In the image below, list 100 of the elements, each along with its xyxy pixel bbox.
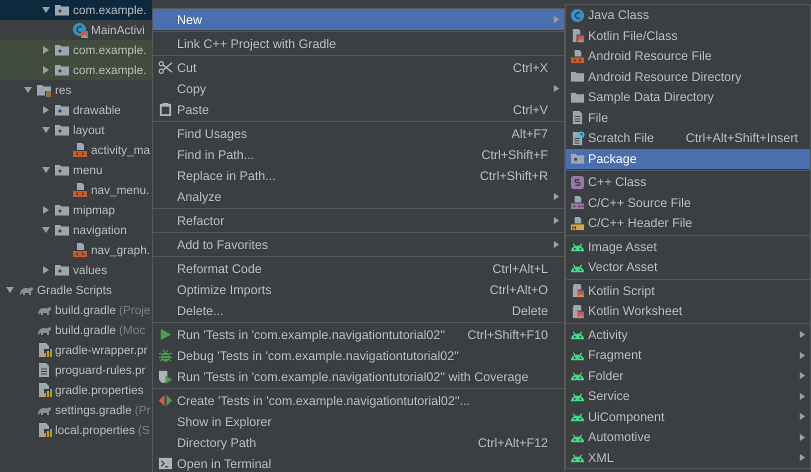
menu-item[interactable]: Show in Explorer	[153, 411, 564, 432]
xml-file-icon	[570, 48, 584, 64]
tree-row[interactable]: proguard-rules.pr	[0, 360, 152, 380]
tree-item-label[interactable]: proguard-rules.pr	[55, 363, 146, 377]
tree-row[interactable]: com.example.	[0, 60, 152, 80]
menu-item[interactable]: C++ Class	[566, 172, 810, 192]
menu-item[interactable]: Add to Favorites	[153, 234, 564, 255]
tree-item-label[interactable]: MainActivi	[91, 23, 145, 37]
tree-row[interactable]: gradle.properties	[0, 380, 152, 400]
menu-item[interactable]: Find Usages Alt+F7	[153, 123, 564, 144]
tree-item-label[interactable]: local.properties	[55, 423, 135, 437]
expand-arrow-icon[interactable]	[41, 205, 51, 215]
menu-item[interactable]: Automotive	[566, 427, 810, 448]
tree-item-label[interactable]: Gradle Scripts	[37, 283, 112, 297]
tree-row[interactable]: drawable	[0, 100, 152, 120]
menu-item[interactable]: XML	[566, 448, 810, 468]
menu-item[interactable]: Analyze	[153, 186, 564, 207]
tree-item-label[interactable]: layout	[73, 123, 104, 137]
menu-item[interactable]: File	[566, 108, 810, 128]
menu-item[interactable]: Delete... Delete	[153, 300, 564, 321]
menu-item[interactable]: Open in Terminal	[153, 453, 564, 472]
menu-item[interactable]: C/C++ Header File	[566, 213, 810, 234]
menu-item[interactable]: Fragment	[566, 345, 810, 366]
tree-item-label[interactable]: menu	[73, 163, 103, 177]
tree-row[interactable]: activity_ma	[0, 140, 152, 160]
menu-item[interactable]: Run 'Tests in 'com.example.navigationtutorial02'' Ctrl+Shift+F10	[153, 324, 564, 345]
tree-item-label[interactable]: navigation	[73, 223, 127, 237]
menu-item[interactable]: Android Resource File	[566, 46, 810, 66]
collapse-arrow-icon[interactable]	[41, 225, 51, 235]
menu-item[interactable]: Reformat Code Ctrl+Alt+L	[153, 258, 564, 279]
tree-item-label[interactable]: com.example.	[73, 43, 146, 57]
tree-row[interactable]: MainActivi	[0, 20, 152, 40]
tree-row[interactable]: com.example.	[0, 40, 152, 60]
tree-item-label[interactable]: nav_menu.	[91, 183, 150, 197]
menu-item[interactable]: Paste Ctrl+V	[153, 99, 564, 120]
tree-item-label[interactable]: res	[55, 83, 72, 97]
expand-arrow-icon[interactable]	[41, 65, 51, 75]
expand-arrow-icon[interactable]	[41, 45, 51, 55]
tree-item-label[interactable]: activity_ma	[91, 143, 150, 157]
tree-item-label[interactable]: mipmap	[73, 203, 115, 217]
tree-row[interactable]: nav_graph.	[0, 240, 152, 260]
tree-row[interactable]: values	[0, 260, 152, 280]
menu-item[interactable]: Image Asset	[566, 236, 810, 257]
menu-item[interactable]: Sample Data Directory	[566, 87, 810, 108]
tree-item-label[interactable]: build.gradle	[55, 303, 116, 317]
menu-item[interactable]: Run 'Tests in 'com.example.navigationtutorial02'' with Coverage	[153, 366, 564, 387]
tree-item-label[interactable]: values	[73, 263, 108, 277]
tree-row[interactable]: menu	[0, 160, 152, 180]
tree-row[interactable]: navigation	[0, 220, 152, 240]
menu-item[interactable]: New	[153, 9, 564, 30]
tree-item-label[interactable]: build.gradle	[55, 323, 116, 337]
tree-item-label[interactable]: gradle.properties	[55, 383, 144, 397]
menu-item[interactable]: Refactor	[153, 210, 564, 231]
menu-item[interactable]: Folder	[566, 366, 810, 386]
menu-item[interactable]: Optimize Imports Ctrl+Alt+O	[153, 279, 564, 300]
menu-item[interactable]: Copy	[153, 78, 564, 99]
tree-row[interactable]: local.properties (S	[0, 420, 152, 440]
menu-item[interactable]: UiComponent	[566, 406, 810, 427]
cpp-source-icon	[570, 195, 584, 210]
menu-item[interactable]: Find in Path... Ctrl+Shift+F	[153, 144, 564, 165]
tree-row[interactable]: gradle-wrapper.pr	[0, 340, 152, 360]
tree-row[interactable]: build.gradle (Proje	[0, 300, 152, 320]
menu-item[interactable]: Java Class	[566, 5, 810, 26]
collapse-arrow-icon[interactable]	[41, 5, 51, 15]
collapse-arrow-icon[interactable]	[41, 125, 51, 135]
menu-item[interactable]: Cut Ctrl+X	[153, 57, 564, 78]
menu-item[interactable]: Scratch File Ctrl+Alt+Shift+Insert	[566, 128, 810, 148]
menu-item[interactable]: Service	[566, 386, 810, 406]
tree-row[interactable]: Gradle Scripts	[0, 280, 152, 300]
tree-row[interactable]: layout	[0, 120, 152, 140]
tree-item-label[interactable]: nav_graph.	[91, 243, 150, 257]
menu-item[interactable]: Activity	[566, 324, 810, 345]
tree-item-label[interactable]: settings.gradle	[55, 403, 132, 417]
menu-item[interactable]: Package	[566, 148, 810, 169]
menu-item[interactable]: Kotlin Worksheet	[566, 301, 810, 322]
collapse-arrow-icon[interactable]	[41, 165, 51, 175]
menu-item[interactable]: Directory Path Ctrl+Alt+F12	[153, 432, 564, 453]
menu-item[interactable]: Create 'Tests in 'com.example.navigationtutorial02''...	[153, 390, 564, 411]
tree-row[interactable]: build.gradle (Moc	[0, 320, 152, 340]
menu-item[interactable]: Link C++ Project with Gradle	[153, 33, 564, 54]
tree-item-label[interactable]: drawable	[73, 103, 121, 117]
menu-item[interactable]: Replace in Path... Ctrl+Shift+R	[153, 165, 564, 186]
tree-row[interactable]: settings.gradle (Pr	[0, 400, 152, 420]
collapse-arrow-icon[interactable]	[5, 285, 15, 295]
tree-row[interactable]: res	[0, 80, 152, 100]
menu-item[interactable]: Vector Asset	[566, 257, 810, 278]
menu-item[interactable]: Kotlin File/Class	[566, 26, 810, 46]
tree-item-label[interactable]: com.example.	[73, 3, 146, 17]
expand-arrow-icon[interactable]	[41, 265, 51, 275]
menu-item[interactable]: Kotlin Script	[566, 280, 810, 301]
tree-row[interactable]: nav_menu.	[0, 180, 152, 200]
tree-row[interactable]: com.example.	[0, 0, 152, 20]
collapse-arrow-icon[interactable]	[23, 85, 33, 95]
menu-item[interactable]: Debug 'Tests in 'com.example.navigationtutorial02''	[153, 345, 564, 366]
tree-item-label[interactable]: gradle-wrapper.pr	[55, 343, 148, 357]
expand-arrow-icon[interactable]	[41, 105, 51, 115]
tree-row[interactable]: mipmap	[0, 200, 152, 220]
menu-item[interactable]: Android Resource Directory	[566, 66, 810, 87]
tree-item-label[interactable]: com.example.	[73, 63, 146, 77]
menu-item[interactable]: C/C++ Source File	[566, 192, 810, 213]
